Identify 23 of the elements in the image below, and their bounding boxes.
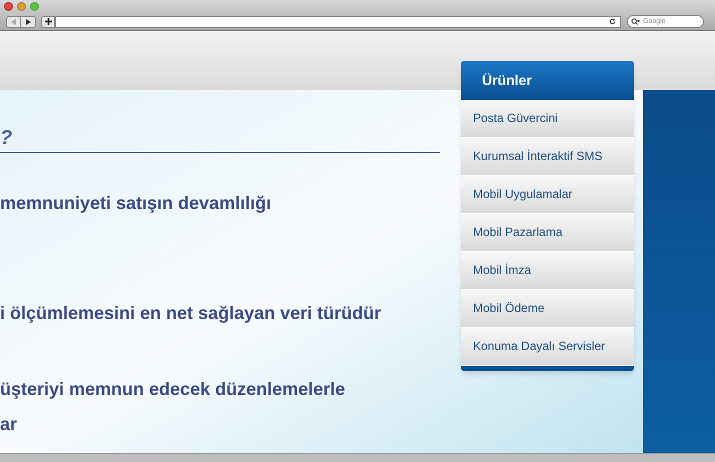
menu-item[interactable]: Mobil Uygulamalar: [461, 176, 634, 214]
menu-item[interactable]: Kurumsal İnteraktif SMS: [461, 138, 634, 176]
menu-item[interactable]: Konuma Dayalı Servisler: [461, 328, 634, 366]
plus-icon: [44, 18, 52, 25]
slide-text-line: ar: [0, 413, 18, 436]
menu-item[interactable]: Posta Güvercini: [461, 100, 634, 138]
slide-heading: ?: [0, 126, 14, 150]
menu-item[interactable]: Mobil Pazarlama: [461, 214, 634, 252]
menu-item[interactable]: Mobil Ödeme: [461, 290, 634, 328]
slide-text-line: memnuniyeti satışın devamlılığı: [0, 192, 272, 215]
address-field[interactable]: [55, 16, 621, 28]
right-triangle-icon: [26, 18, 30, 24]
new-tab-button[interactable]: [41, 16, 55, 28]
search-icon: [631, 18, 640, 25]
left-triangle-icon: [11, 18, 16, 24]
close-window-icon[interactable]: [4, 2, 13, 11]
menu-item[interactable]: Mobil İmza: [461, 252, 634, 290]
menu-title: Ürünler: [461, 61, 634, 100]
minimize-window-icon[interactable]: [17, 2, 26, 11]
forward-button[interactable]: [21, 16, 36, 28]
reload-icon[interactable]: [609, 18, 616, 25]
slide-text-line: üşteriyi memnun edecek düzenlemelerle: [0, 378, 346, 401]
slide-text-line: i ölçümlemesini en net sağlayan veri türüdür: [0, 302, 382, 325]
